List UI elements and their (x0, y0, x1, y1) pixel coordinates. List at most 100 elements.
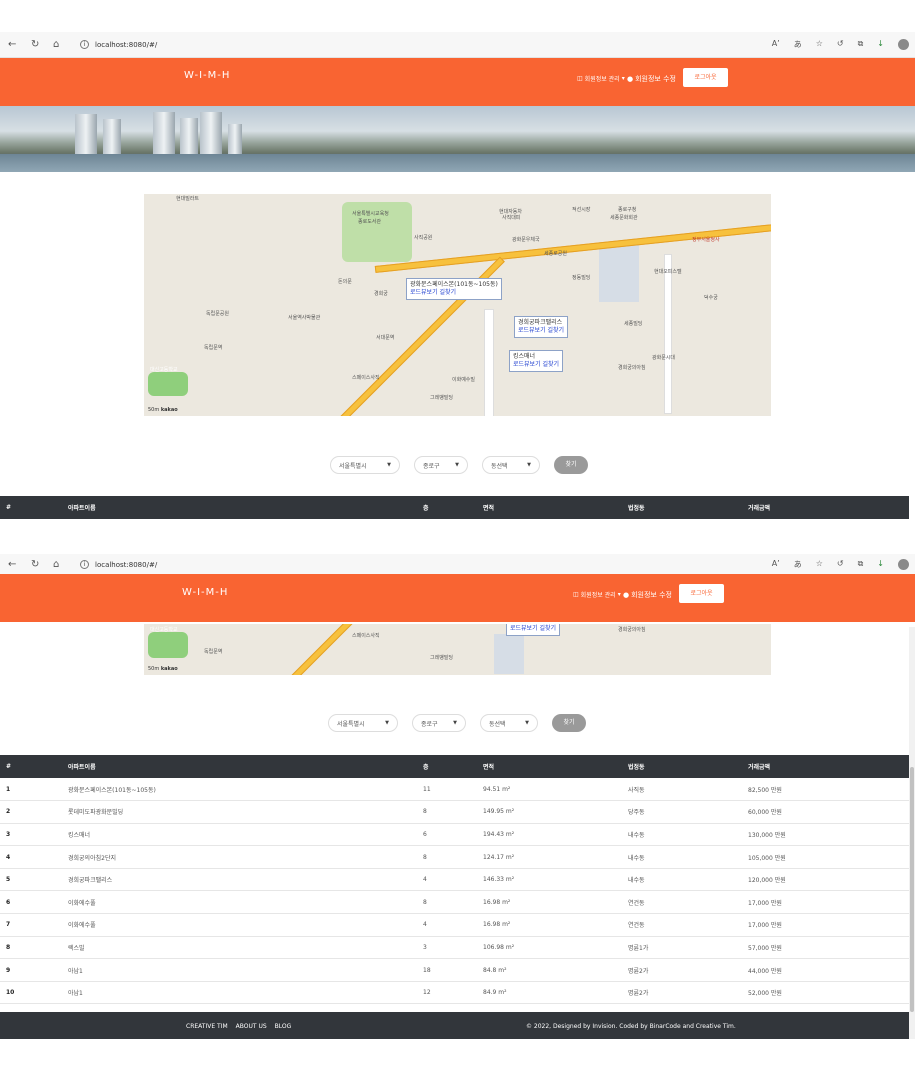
profile-icon[interactable] (898, 559, 909, 570)
table-row[interactable]: 2 롯데미도파광화문빌딩 8 149.95 m² 당주동 60,000 만원 (0, 801, 909, 824)
chevron-down-icon: ▼ (453, 720, 457, 726)
district-select[interactable]: 종로구 ▼ (414, 456, 468, 474)
profile-icon[interactable] (898, 39, 909, 50)
find-button[interactable]: 찾기 (554, 456, 588, 474)
site-info-icon[interactable]: i (80, 40, 89, 49)
city-select[interactable]: 서울특별시 ▼ (328, 714, 398, 732)
translate-icon[interactable]: あ (794, 39, 802, 50)
col-dong: 법정동 (628, 764, 645, 771)
table-row[interactable]: 3 킹스매너 6 194.43 m² 내수동 130,000 만원 (0, 823, 909, 846)
roadview-directions-link[interactable]: 로드뷰보기 길찾기 (410, 289, 498, 297)
browser-actions: A’ あ ☆ ↺ ⧉ ↓ (772, 39, 909, 50)
district-select[interactable]: 종로구 ▼ (412, 714, 466, 732)
table-row[interactable]: 4 경희궁의아침2단지 8 124.17 m² 내수동 105,000 만원 (0, 846, 909, 869)
member-edit-link[interactable]: ● 회원정보 수정 (623, 590, 672, 600)
browser-toolbar: ← ↻ ⌂ i localhost:8080/#/ A’ あ ☆ ↺ ⧉ ↓ (0, 554, 915, 576)
translate-icon[interactable]: あ (794, 559, 802, 570)
chevron-down-icon: ▼ (455, 462, 459, 468)
footer-copyright: © 2022, Designed by Invision. Coded by B… (526, 1023, 736, 1030)
brand-logo[interactable]: W-I-M-H (184, 70, 230, 81)
col-apt-name: 아파트이름 (68, 764, 96, 771)
dong-select[interactable]: 동선택 ▼ (482, 456, 540, 474)
chevron-down-icon: ▼ (525, 720, 529, 726)
footer-link-about-us[interactable]: ABOUT US (236, 1023, 267, 1030)
home-icon[interactable]: ⌂ (53, 559, 59, 570)
map-infowindow[interactable]: 경희궁파크팰리스 로드뷰보기 길찾기 (514, 316, 569, 338)
map-infowindow[interactable]: 광화문스페이스본(101동~105동) 로드뷰보기 길찾기 (406, 278, 502, 300)
footer-links: CREATIVE TIM ABOUT US BLOG (186, 1023, 291, 1030)
table-row[interactable]: 1 광화문스페이스본(101동~105동) 11 94.51 m² 사직동 82,500 … (0, 778, 909, 801)
table-header-row: # 아파트이름 층 면적 법정동 거래금액 (0, 496, 909, 519)
monitor-icon: ◫ (573, 591, 579, 598)
collections-icon[interactable]: ⧉ (858, 559, 864, 570)
map-infowindow[interactable]: 로드뷰보기 길찾기 (506, 624, 561, 636)
user-icon: ● (623, 591, 630, 599)
refresh-icon[interactable]: ↺ (837, 559, 844, 570)
screenshot-bottom: ← ↻ ⌂ i localhost:8080/#/ A’ あ ☆ ↺ ⧉ ↓ W… (0, 554, 915, 1039)
col-price: 거래금액 (748, 764, 771, 771)
col-index: # (6, 504, 12, 511)
col-floor: 층 (423, 764, 429, 771)
screenshot-top: ← ↻ ⌂ i localhost:8080/#/ A’ あ ☆ ↺ ⧉ ↓ W… (0, 32, 915, 522)
chevron-down-icon: ▼ (527, 462, 531, 468)
address-bar[interactable]: localhost:8080/#/ (95, 41, 157, 49)
col-floor: 층 (423, 505, 429, 512)
table-header-row: # 아파트이름 층 면적 법정동 거래금액 (0, 755, 909, 778)
refresh-icon[interactable]: ↺ (837, 39, 844, 50)
col-price: 거래금액 (748, 505, 771, 512)
col-dong: 법정동 (628, 505, 645, 512)
browser-actions: A’ あ ☆ ↺ ⧉ ↓ (772, 559, 909, 570)
map-infowindow[interactable]: 킹스매너 로드뷰보기 길찾기 (509, 350, 564, 372)
find-button[interactable]: 찾기 (552, 714, 586, 732)
table-row[interactable]: 10 아남1 12 84.9 m² 명륜2가 52,000 만원 (0, 981, 909, 1004)
chevron-down-icon: ▾ (617, 591, 621, 598)
back-icon[interactable]: ← (8, 39, 16, 50)
roadview-directions-link[interactable]: 로드뷰보기 길찾기 (510, 625, 556, 633)
read-aloud-icon[interactable]: A’ (772, 559, 780, 570)
collections-icon[interactable]: ⧉ (858, 39, 864, 50)
refresh-icon[interactable]: ↻ (31, 559, 39, 570)
footer-link-blog[interactable]: BLOG (275, 1023, 292, 1030)
member-manage-menu[interactable]: ◫ 회원정보 관리 ▾ (573, 590, 621, 599)
table-row[interactable]: 5 경희궁파크팰리스 4 146.33 m² 내수동 120,000 만원 (0, 868, 909, 891)
member-manage-menu[interactable]: ◫ 회원정보 관리 ▾ (577, 74, 625, 83)
dong-select[interactable]: 동선택 ▼ (480, 714, 538, 732)
brand-logo[interactable]: W-I-M-H (182, 587, 228, 598)
col-index: # (6, 763, 12, 770)
logout-button[interactable]: 로그아웃 (679, 584, 724, 603)
deal-table: # 아파트이름 층 면적 법정동 거래금액 1 광화문스페이스본(101동~105… (0, 755, 909, 1004)
col-area: 면적 (483, 505, 495, 512)
chevron-down-icon: ▾ (621, 75, 625, 82)
favorite-add-icon[interactable]: ☆ (816, 39, 823, 50)
download-icon[interactable]: ↓ (877, 39, 884, 50)
site-info-icon[interactable]: i (80, 560, 89, 569)
roadview-directions-link[interactable]: 로드뷰보기 길찾기 (513, 361, 559, 369)
table-row[interactable]: 8 렉스빌 3 106.98 m² 명륜1가 57,000 만원 (0, 936, 909, 959)
logout-button[interactable]: 로그아웃 (683, 68, 728, 87)
kakao-map[interactable]: 현대빌라트 서울특별시교육청 종로도서관 사직공원 현대자동차 사직대피 적선시… (144, 194, 771, 416)
read-aloud-icon[interactable]: A’ (772, 39, 780, 50)
home-icon[interactable]: ⌂ (53, 39, 59, 50)
chevron-down-icon: ▼ (387, 462, 391, 468)
table-row[interactable]: 9 아남1 18 84.8 m² 명륜2가 44,000 만원 (0, 959, 909, 982)
map-scale: 50m kakao (148, 407, 178, 413)
address-bar[interactable]: localhost:8080/#/ (95, 561, 157, 569)
scrollbar-thumb[interactable] (910, 767, 914, 1012)
back-icon[interactable]: ← (8, 559, 16, 570)
browser-toolbar: ← ↻ ⌂ i localhost:8080/#/ A’ あ ☆ ↺ ⧉ ↓ (0, 32, 915, 58)
download-icon[interactable]: ↓ (877, 559, 884, 570)
table-row[interactable]: 6 이화에수풀 8 16.98 m² 연건동 17,000 만원 (0, 891, 909, 914)
kakao-map[interactable]: 대신고등학교 스페이스사직 그레뱅빌딩 경희궁의아침 독립문역 로드뷰보기 길찾… (144, 624, 771, 675)
favorite-add-icon[interactable]: ☆ (816, 559, 823, 570)
col-apt-name: 아파트이름 (68, 505, 96, 512)
city-select[interactable]: 서울특별시 ▼ (330, 456, 400, 474)
search-filters: 서울특별시 ▼ 종로구 ▼ 동선택 ▼ 찾기 (330, 456, 588, 474)
monitor-icon: ◫ (577, 75, 583, 82)
site-footer: CREATIVE TIM ABOUT US BLOG © 2022, Desig… (0, 1012, 909, 1039)
member-edit-link[interactable]: ● 회원정보 수정 (627, 74, 676, 84)
table-row[interactable]: 7 이화에수풀 4 16.98 m² 연건동 17,000 만원 (0, 914, 909, 937)
footer-link-creative-tim[interactable]: CREATIVE TIM (186, 1023, 228, 1030)
roadview-directions-link[interactable]: 로드뷰보기 길찾기 (518, 327, 564, 335)
deal-table: # 아파트이름 층 면적 법정동 거래금액 (0, 496, 909, 519)
refresh-icon[interactable]: ↻ (31, 39, 39, 50)
